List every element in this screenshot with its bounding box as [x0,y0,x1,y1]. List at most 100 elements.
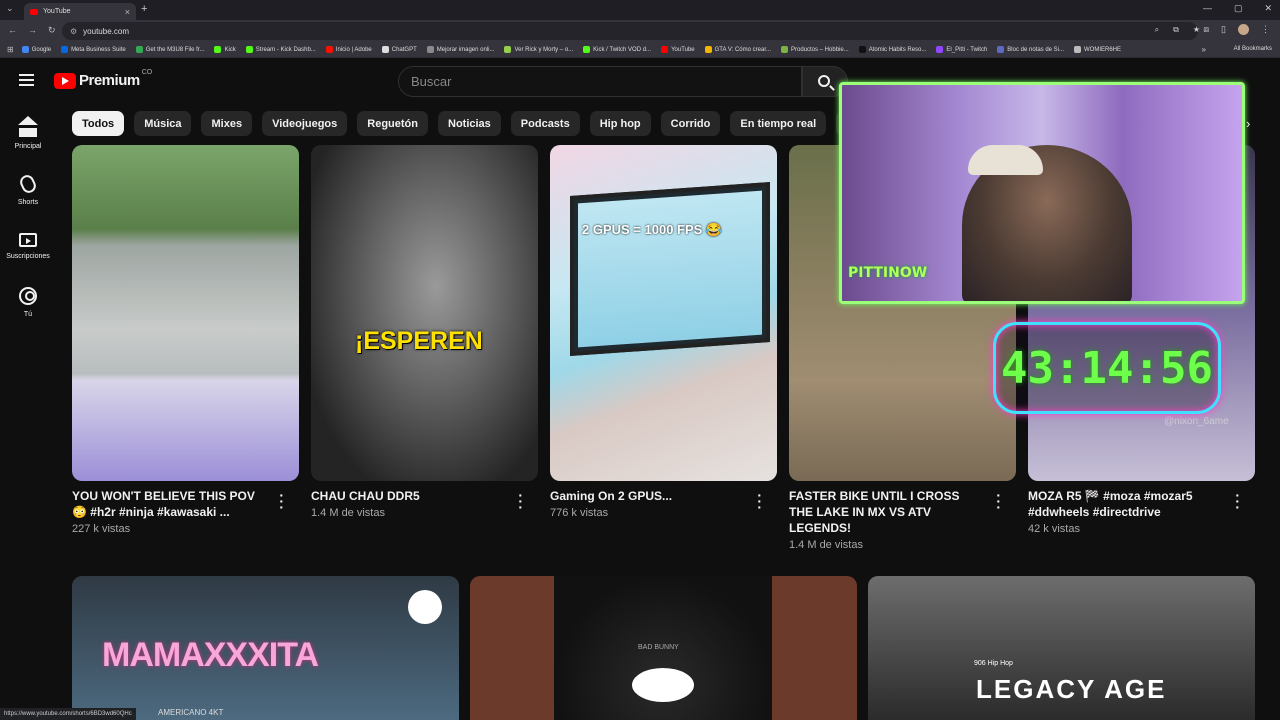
bookmark-item[interactable]: YouTube [661,46,695,53]
url-field[interactable]: ⚙ youtube.com [62,22,1198,40]
chip-3[interactable]: Videojuegos [262,111,348,136]
bookmark-item[interactable]: WOMIER6HE [1074,46,1121,53]
more-options-icon[interactable]: · · · [279,488,284,514]
short-thumbnail[interactable] [72,145,299,481]
reload-icon[interactable]: ↻ [48,25,56,36]
short-thumbnail[interactable]: ¡ESPEREN [311,145,538,481]
bookmark-label: Kick [224,46,236,53]
share-icon[interactable]: ⧉ [1173,25,1179,35]
video-thumbnail[interactable]: BAD BUNNY [470,576,857,720]
chip-0[interactable]: Todos [72,111,125,136]
sidepanel-icon[interactable]: ▯ [1221,24,1226,35]
bookmark-item[interactable]: Kick / Twitch VOD d... [583,46,651,53]
chip-2[interactable]: Mixes [201,111,253,136]
bookmark-item[interactable]: Productos – Hobbie... [781,46,849,53]
bookmark-favicon-icon [858,46,866,53]
bookmark-label: Ver Rick y Morty – o... [514,46,574,53]
album-logo: BAD BUNNY [638,644,679,651]
sidebar-item-principal[interactable]: Principal [0,106,56,162]
chip-1[interactable]: Música [134,111,192,136]
bookmark-item[interactable]: Meta Business Suite [61,46,126,53]
webcam-overlay: PITTINOW [839,82,1245,304]
bookmark-item[interactable]: Ver Rick y Morty – o... [504,46,573,53]
more-options-icon[interactable]: · · · [1235,488,1240,514]
sidebar-item-shorts[interactable]: Shorts [0,162,56,218]
maximize-icon[interactable]: ▢ [1234,3,1243,14]
short-title[interactable]: MOZA R5 🏁 #moza #mozar5 #ddwheels #direc… [1028,488,1223,520]
bookmark-label: Atomic Habits Reso... [868,46,927,53]
thumbnail-caption: 2 GPUS = 1000 FPS 😂 [582,222,723,237]
logo-text: Premium [79,72,140,89]
site-info-icon[interactable]: ⚙ [70,27,77,36]
bookmark-item[interactable]: Kick [214,46,236,53]
short-views: 1.4 M de vistas [789,539,863,551]
extensions-icon[interactable]: ⧈ [1203,24,1209,35]
youtube-premium-logo[interactable]: Premium CO [54,69,152,89]
bookmark-favicon-icon [1074,46,1081,53]
more-options-icon[interactable]: · · · [757,488,762,514]
apps-grid-icon[interactable]: ⊞ [7,45,14,54]
short-title[interactable]: CHAU CHAU DDR5 [311,488,506,504]
search-input[interactable]: Buscar [398,66,802,97]
bookmark-label: Meta Business Suite [71,46,126,53]
short-title[interactable]: FASTER BIKE UNTIL I CROSS THE LAKE IN MX… [789,488,984,536]
chip-4[interactable]: Reguetón [357,111,428,136]
short-metadata: Gaming On 2 GPUS... 776 k vistas · · · [550,488,770,519]
omnibox-actions: ⌕ ⧉ ★ [1155,25,1200,35]
chip-7[interactable]: Hip hop [589,111,651,136]
bookmark-item[interactable]: GTA V: Cómo crear... [704,46,771,53]
chip-9[interactable]: En tiempo real [730,111,827,136]
more-options-icon[interactable]: · · · [996,488,1001,514]
browser-menu-icon[interactable]: ⋮ [1261,24,1270,35]
bookmark-item[interactable]: Google [21,46,52,53]
close-tab-icon[interactable]: × [125,7,130,17]
video-thumbnail[interactable]: MAMAXXXITA AMERICANO 4KT [72,576,459,720]
all-bookmarks-folder[interactable]: All Bookmarks [1234,46,1272,52]
bookmark-star-icon[interactable]: ★ [1193,25,1200,35]
chevron-right-icon[interactable]: › [1246,116,1250,131]
chip-6[interactable]: Podcasts [510,111,580,136]
sidebar-item-you[interactable]: Tú [0,274,56,330]
bookmark-item[interactable]: ChatGPT [381,46,417,53]
sidebar-item-label: Tú [23,310,33,318]
profile-avatar[interactable] [1238,24,1249,35]
shorts-icon [17,172,39,195]
more-bookmarks-icon[interactable]: » [1202,45,1206,54]
short-title[interactable]: Gaming On 2 GPUS... [550,488,745,504]
bookmark-item[interactable]: Mejorar imagen onli... [426,46,494,53]
chip-8[interactable]: Corrido [660,111,721,136]
sidebar-item-subscriptions[interactable]: Suscripciones [0,218,56,274]
new-tab-icon[interactable]: + [141,3,147,15]
chip-5[interactable]: Noticias [438,111,501,136]
bookmark-label: Google [31,46,52,53]
filter-chips: Todos Música Mixes Videojuegos Reguetón Notic… [72,111,842,136]
bookmark-item[interactable]: El_Pitti - Twitch [936,46,987,53]
browser-tab[interactable]: YouTube × [24,3,136,20]
bookmark-label: YouTube [671,46,695,53]
video-thumbnail[interactable]: 906 Hip Hop LEGACY AGE [868,576,1255,720]
youtube-play-icon [54,72,76,89]
bookmark-item[interactable]: Atomic Habits Reso... [858,46,927,53]
bookmark-item[interactable]: Bloc de notas de Si... [997,46,1064,53]
bookmark-favicon-icon [704,46,712,53]
short-title[interactable]: YOU WON'T BELIEVE THIS POV 😳 #h2r #ninja… [72,488,267,520]
menu-icon[interactable] [19,74,34,86]
tab-search-icon[interactable]: ⌄ [6,3,14,14]
you-icon [19,286,37,305]
bookmark-favicon-icon [21,46,29,53]
bookmark-label: Kick / Twitch VOD d... [593,46,652,53]
bookmark-item[interactable]: Inicio | Adobe [325,46,372,53]
minimize-icon[interactable]: — [1203,3,1212,14]
forward-icon[interactable]: → [28,25,37,36]
bookmark-item[interactable]: Stream - Kick Dashb... [245,46,316,53]
bookmark-favicon-icon [936,46,944,53]
bookmark-label: Bloc de notas de Si... [1007,46,1064,53]
zoom-icon[interactable]: ⌕ [1155,25,1159,35]
close-window-icon[interactable]: ✕ [1264,3,1272,14]
short-thumbnail[interactable]: 2 GPUS = 1000 FPS 😂 [550,145,777,481]
back-icon[interactable]: ← [8,25,17,36]
short-metadata: YOU WON'T BELIEVE THIS POV 😳 #h2r #ninja… [72,488,292,535]
bookmark-list: Google Meta Business Suite Get the M3U8 Fi… [21,46,1131,53]
bookmark-item[interactable]: Get the M3U8 File fr... [135,46,204,53]
more-options-icon[interactable]: · · · [518,488,523,514]
